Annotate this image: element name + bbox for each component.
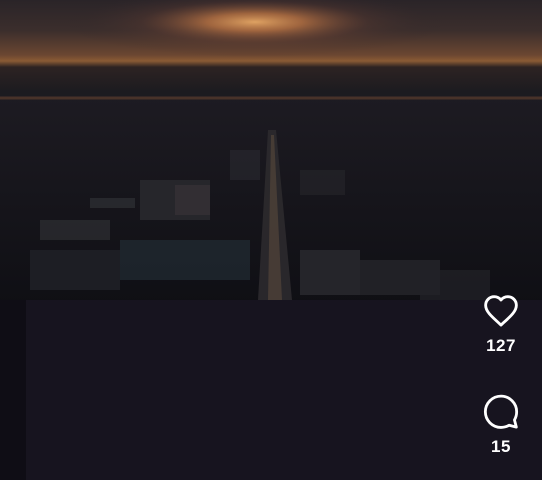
comment-count: 15	[491, 437, 511, 456]
sunset-glow	[0, 0, 542, 100]
video-viewer: 127 15	[0, 0, 542, 480]
like-button[interactable]: 127	[471, 292, 531, 356]
left-edge-strip	[0, 300, 26, 480]
comment-button[interactable]: 15	[471, 393, 531, 457]
comment-bubble-icon	[483, 394, 519, 429]
video-frame[interactable]	[0, 0, 542, 305]
aerial-sunset-city-image	[0, 0, 542, 305]
video-dark-area	[0, 300, 542, 480]
like-count: 127	[486, 336, 516, 355]
heart-icon	[484, 295, 518, 327]
